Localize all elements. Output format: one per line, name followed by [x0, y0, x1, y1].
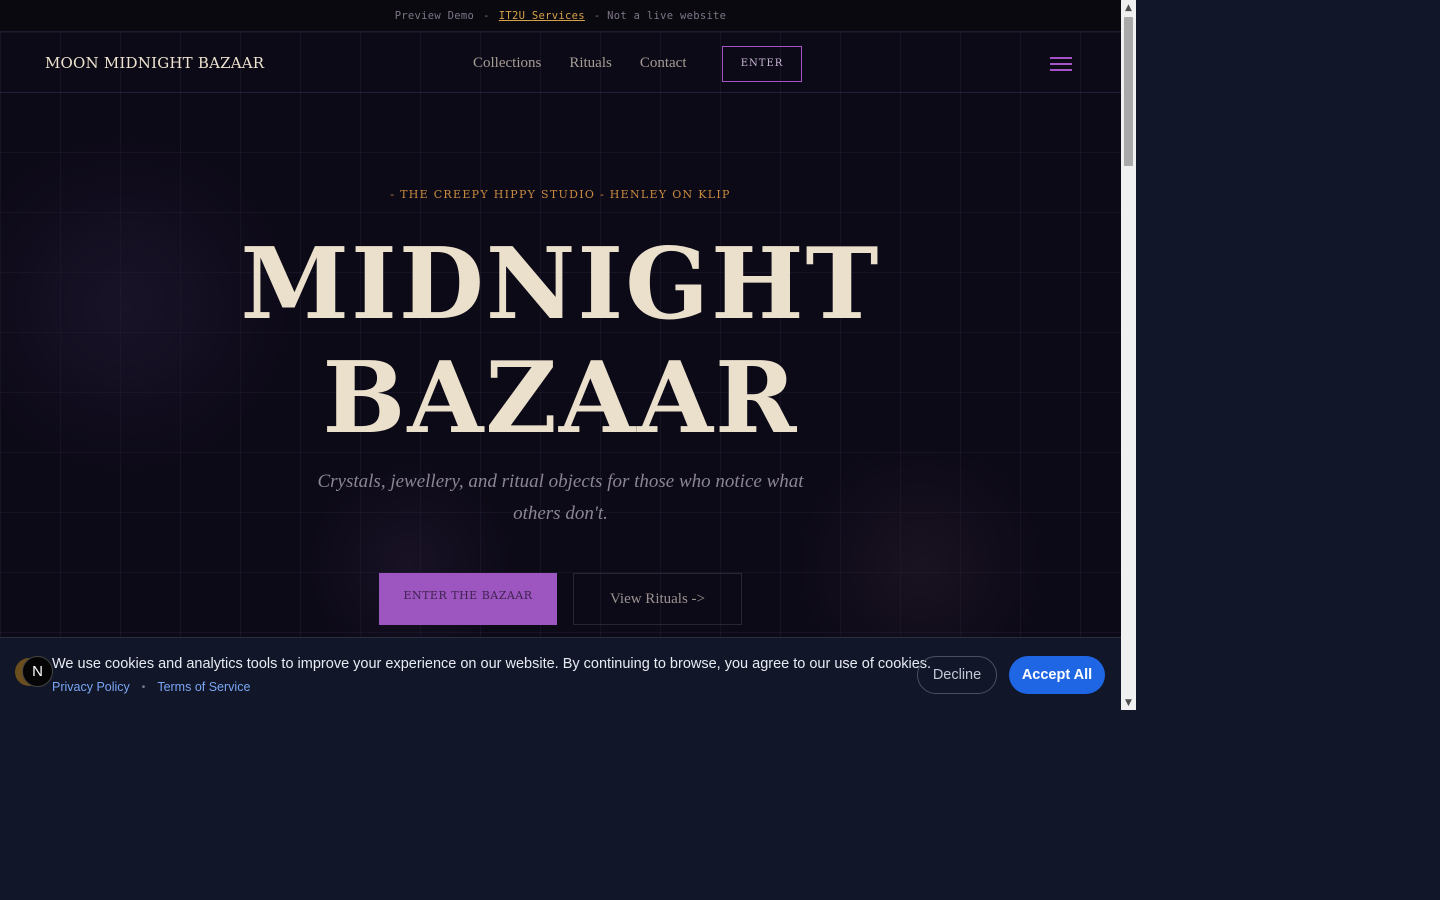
scroll-up-arrow-icon[interactable]: ▲	[1121, 0, 1136, 15]
it2u-services-link[interactable]: IT2U Services	[499, 10, 585, 22]
hero-title-line1: MIDNIGHT	[240, 227, 881, 342]
page-viewport: Preview Demo - IT2U Services - Not a liv…	[0, 0, 1121, 710]
vertical-scrollbar[interactable]: ▲ ▼	[1121, 0, 1136, 710]
nav-link-contact[interactable]: Contact	[640, 55, 687, 72]
privacy-policy-link[interactable]: Privacy Policy	[52, 680, 130, 694]
cookie-message: We use cookies and analytics tools to im…	[52, 656, 932, 672]
hero-title-line2: BAZAAR	[322, 341, 799, 456]
preview-label: Preview Demo	[394, 9, 475, 22]
nav-links: Collections Rituals Contact	[473, 55, 687, 72]
enter-bazaar-button[interactable]: ENTER THE BAZAAR	[379, 573, 557, 625]
cookie-banner: N We use cookies and analytics tools to …	[0, 637, 1121, 710]
cookie-links: Privacy Policy • Terms of Service	[52, 680, 250, 694]
decline-cookies-button[interactable]: Decline	[917, 656, 997, 694]
scroll-down-arrow-icon[interactable]: ▼	[1121, 695, 1136, 710]
hero-eyebrow: - THE CREEPY HIPPY STUDIO - HENLEY ON KL…	[390, 188, 731, 201]
scrollbar-thumb[interactable]	[1124, 17, 1133, 166]
preview-separator: -	[483, 9, 490, 22]
top-navigation: MOON MIDNIGHT BAZAAR Collections Rituals…	[0, 32, 1121, 93]
nav-link-rituals[interactable]: Rituals	[569, 55, 612, 72]
hero-subtitle: Crystals, jewellery, and ritual objects …	[317, 471, 804, 524]
link-separator-dot: •	[141, 681, 146, 693]
cookie-badge[interactable]: N	[15, 656, 53, 688]
nav-link-collections[interactable]: Collections	[473, 55, 541, 72]
hamburger-menu-icon[interactable]	[1050, 57, 1072, 71]
view-rituals-button[interactable]: View Rituals ->	[573, 573, 742, 625]
accept-all-cookies-button[interactable]: Accept All	[1009, 656, 1105, 694]
site-logo[interactable]: MOON MIDNIGHT BAZAAR	[45, 54, 264, 72]
n-logo-icon: N	[22, 656, 53, 687]
preview-disclaimer: - Not a live website	[593, 9, 727, 22]
preview-banner: Preview Demo - IT2U Services - Not a liv…	[0, 0, 1121, 32]
terms-of-service-link[interactable]: Terms of Service	[157, 680, 250, 694]
enter-button[interactable]: ENTER	[722, 46, 802, 82]
